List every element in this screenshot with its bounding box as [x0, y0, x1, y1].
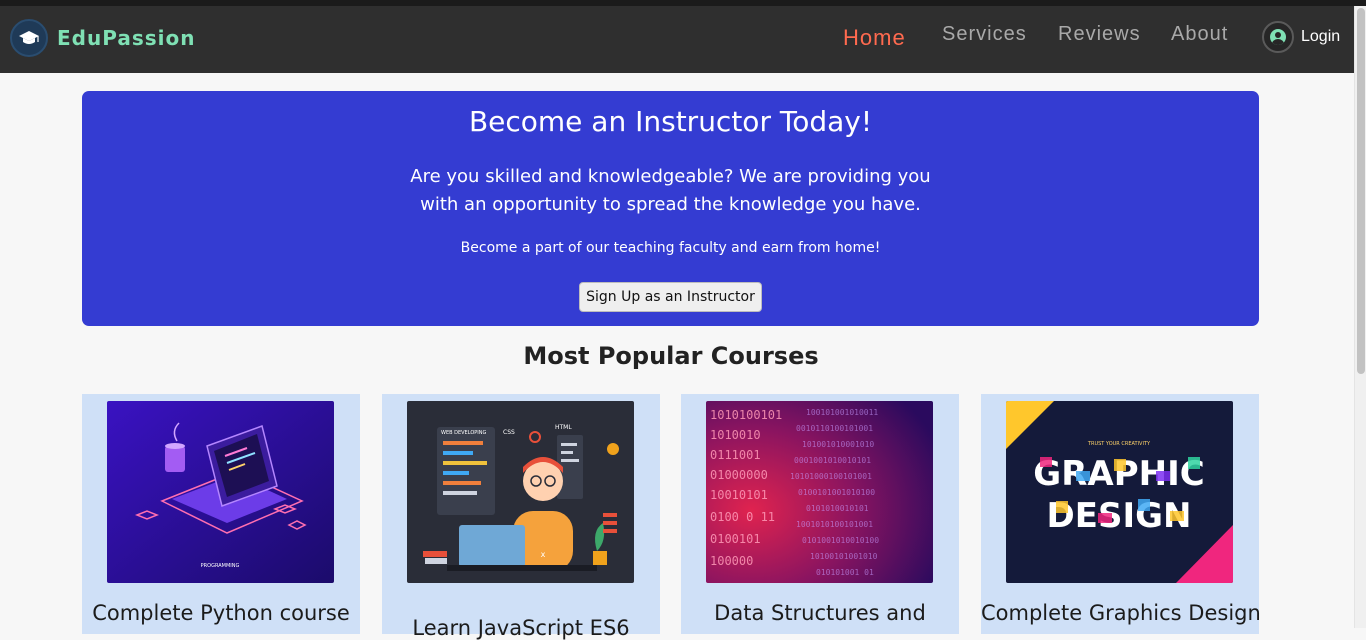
course-card-python[interactable]: PROGRAMMING Complete Python course: [82, 394, 360, 634]
svg-text:TRUST YOUR CREATIVITY: TRUST YOUR CREATIVITY: [1087, 441, 1151, 447]
course-card-javascript[interactable]: WEB DEVELOPING CSS HTML x Learn JavaScri…: [382, 394, 660, 640]
graphics-design-course-image: TRUST YOUR CREATIVITY GRAPHIC DESIGN: [1006, 401, 1233, 583]
user-icon: [1262, 21, 1294, 53]
banner-description: Are you skilled and knowledgeable? We ar…: [410, 166, 931, 215]
section-title: Most Popular Courses: [523, 342, 819, 370]
course-title[interactable]: Complete Graphics Design: [981, 601, 1261, 625]
graduation-cap-icon: [10, 19, 48, 57]
svg-text:10101000100101001: 10101000100101001: [790, 472, 872, 481]
navbar: EduPassion Home Services Reviews About L…: [0, 6, 1354, 73]
svg-text:0001001010010101: 0001001010010101: [794, 456, 871, 465]
data-structures-course-image: 1010100101 1010010 0111001 01000000 1001…: [706, 401, 933, 583]
svg-text:101001010001010: 101001010001010: [802, 440, 874, 449]
course-title[interactable]: Complete Python course: [82, 601, 360, 625]
login-button[interactable]: Login: [1262, 21, 1340, 53]
svg-text:PROGRAMMING: PROGRAMMING: [201, 563, 240, 569]
svg-text:10100101001010: 10100101001010: [810, 552, 878, 561]
javascript-course-image: WEB DEVELOPING CSS HTML x: [407, 401, 634, 583]
course-card-graphics-design[interactable]: TRUST YOUR CREATIVITY GRAPHIC DESIGN Com…: [981, 394, 1261, 634]
nav-link-services[interactable]: Services: [942, 23, 1027, 46]
svg-text:100101001010011: 100101001010011: [806, 408, 878, 417]
svg-text:DESIGN: DESIGN: [1047, 496, 1192, 536]
signup-instructor-button[interactable]: Sign Up as an Instructor: [579, 282, 762, 312]
instructor-banner: Become an Instructor Today! Are you skil…: [82, 91, 1259, 326]
svg-text:01000000: 01000000: [710, 468, 768, 482]
svg-text:CSS: CSS: [503, 429, 515, 436]
banner-subtext: Become a part of our teaching faculty an…: [460, 240, 881, 256]
scrollbar-thumb[interactable]: [1357, 8, 1365, 374]
nav-link-reviews[interactable]: Reviews: [1058, 23, 1141, 46]
svg-text:100000: 100000: [710, 554, 753, 568]
nav-link-home[interactable]: Home: [843, 25, 906, 51]
nav-link-about[interactable]: About: [1171, 23, 1228, 46]
svg-text:1010100101: 1010100101: [710, 408, 782, 422]
svg-text:10010101: 10010101: [710, 488, 768, 502]
course-title[interactable]: Data Structures and: [681, 601, 959, 625]
course-card-data-structures[interactable]: 1010100101 1010010 0111001 01000000 1001…: [681, 394, 959, 634]
svg-text:0100101: 0100101: [710, 532, 761, 546]
svg-text:1001010100101001: 1001010100101001: [796, 520, 873, 529]
python-course-image: PROGRAMMING: [107, 401, 334, 583]
login-label: Login: [1301, 28, 1341, 45]
svg-text:0101010010101: 0101010010101: [806, 504, 869, 513]
svg-text:0010110100101001: 0010110100101001: [796, 424, 873, 433]
brand-name: EduPassion: [57, 26, 196, 50]
svg-text:0101001010010100: 0101001010010100: [802, 536, 879, 545]
svg-text:x: x: [541, 550, 546, 559]
page-scrollbar[interactable]: [1354, 6, 1366, 628]
svg-text:0100101001010100: 0100101001010100: [798, 488, 875, 497]
svg-text:HTML: HTML: [555, 424, 572, 431]
course-title[interactable]: Learn JavaScript ES6: [382, 616, 660, 640]
svg-text:0111001: 0111001: [710, 448, 761, 462]
svg-text:010101001 01: 010101001 01: [816, 568, 874, 577]
brand[interactable]: EduPassion: [10, 18, 195, 58]
svg-text:1010010: 1010010: [710, 428, 761, 442]
svg-text:0100 0 11: 0100 0 11: [710, 510, 775, 524]
banner-title: Become an Instructor Today!: [468, 105, 873, 138]
svg-text:WEB DEVELOPING: WEB DEVELOPING: [441, 430, 486, 436]
